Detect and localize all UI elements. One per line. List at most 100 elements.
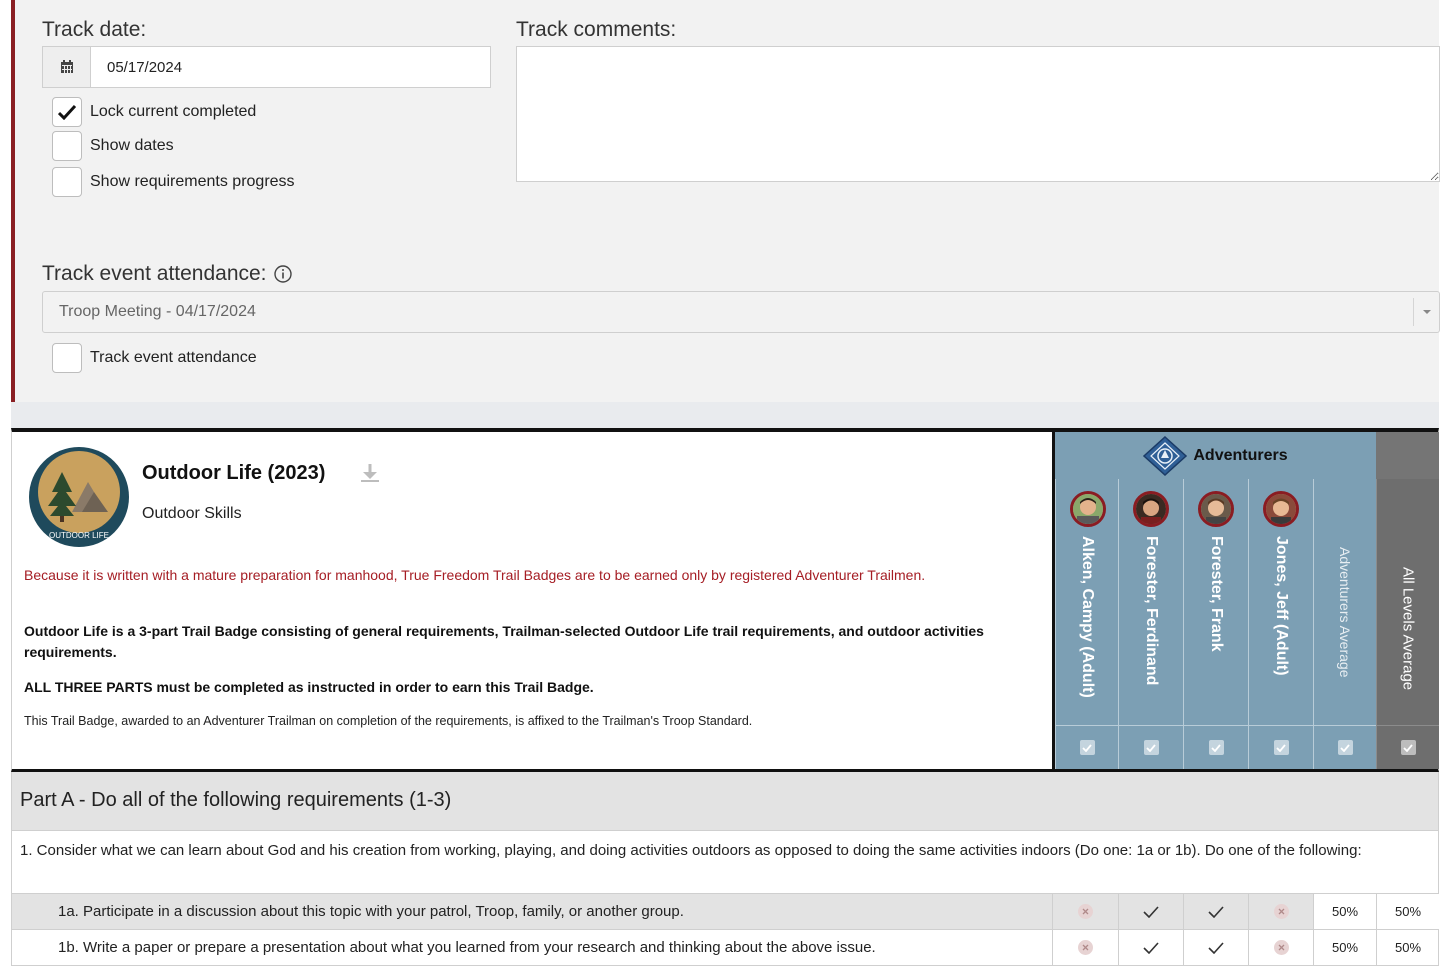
part-title-text: Do all of the following requirements (1-… [85,789,452,811]
lock-current-completed-label: Lock current completed [90,103,257,120]
member-column-header[interactable]: Forester, Frank [1183,479,1248,725]
check-icon [1208,941,1224,954]
status-cell[interactable] [1248,894,1313,929]
requirement-text: 1. Consider what we can learn about God … [20,842,1362,859]
check-icon [1143,905,1159,918]
sub-requirement-text: 1b. Write a paper or prepare a presentat… [58,939,876,956]
status-cell[interactable] [1248,930,1313,965]
track-date-label: Track date: [42,18,147,41]
caret-down-icon[interactable] [1413,298,1439,326]
x-icon [1082,908,1089,915]
sub-requirement-row: 1b. Write a paper or prepare a presentat… [11,930,1439,966]
avatar [1070,491,1106,527]
requirement-row: 1. Consider what we can learn about God … [11,831,1439,894]
event-select[interactable]: Troop Meeting - 04/17/2024 [42,291,1440,333]
select-column-checkbox[interactable] [1376,725,1439,769]
check-icon [1208,905,1224,918]
checkmark-icon [58,104,76,120]
tracking-form-panel: Track date: Track comments: Lock current… [11,0,1440,402]
track-event-attendance-label: Track event attendance [90,349,257,366]
part-a-header: Part A - Do all of the following require… [11,772,1439,831]
badge-category: Outdoor Skills [142,505,242,522]
select-column-checkbox[interactable] [1118,725,1183,769]
x-icon [1278,908,1284,915]
badge-title: Outdoor Life (2023) [142,462,326,484]
badge-overview-text: Outdoor Life is a 3-part Trail Badge con… [24,623,984,660]
show-requirements-progress-checkbox[interactable] [52,167,82,197]
show-dates-label: Show dates [90,137,174,154]
sub-requirement-text: 1a. Participate in a discussion about th… [58,903,684,920]
group-emblem-icon [1143,435,1188,476]
member-name: Forester, Ferdinand [1143,536,1160,686]
select-column-checkbox[interactable] [1055,725,1118,769]
status-cell[interactable] [1183,930,1248,965]
all-levels-average-label: All Levels Average [1399,567,1417,691]
lock-current-completed-checkbox[interactable] [52,97,82,127]
badge-section: OUTDOOR LIFE Outdoor Life (2023) Outdoor… [11,428,1439,772]
member-name: Forester, Frank [1208,536,1225,652]
check-icon [1403,743,1413,752]
download-icon[interactable] [359,463,381,483]
member-column-header[interactable]: Jones, Jeff (Adult) [1248,479,1313,725]
group-name: Adventurers [1193,446,1288,464]
select-column-checkbox[interactable] [1313,725,1376,769]
status-cell[interactable] [1118,894,1183,929]
status-cell[interactable] [1118,930,1183,965]
badge-warning-text: Because it is written with a mature prep… [24,567,926,583]
part-a-title: Part A - Do all of the following require… [20,789,451,812]
x-icon [1082,944,1089,951]
show-dates-checkbox[interactable] [52,131,82,161]
badge-award-note: This Trail Badge, awarded to an Adventur… [24,714,753,728]
calendar-icon[interactable] [43,47,91,87]
show-dates-option[interactable]: Show dates [52,131,174,161]
section-separator [11,402,1439,428]
show-requirements-progress-option[interactable]: Show requirements progress [52,167,295,197]
track-event-attendance-checkbox[interactable] [52,343,82,373]
track-date-input[interactable] [92,47,490,87]
track-event-attendance-option[interactable]: Track event attendance [52,343,257,373]
lock-current-completed-option[interactable]: Lock current completed [52,97,256,127]
part-label: Part A - [20,789,86,811]
group-average-cell: 50% [1313,894,1376,929]
member-name: Jones, Jeff (Adult) [1273,536,1290,676]
all-levels-average-header: All Levels Average [1376,479,1439,725]
event-select-value: Troop Meeting - 04/17/2024 [59,303,256,320]
check-icon [1082,743,1092,752]
group-header: Adventurers [1055,432,1376,479]
badge-logo-text: OUTDOOR LIFE [49,531,109,540]
event-attendance-label: Track event attendance: [42,262,267,285]
group-average-header: Adventurers Average [1313,479,1376,725]
check-icon [1340,743,1350,752]
status-cell[interactable] [1052,894,1118,929]
member-column-header[interactable]: Alken, Campy (Adult) [1055,479,1118,725]
group-average-label: Adventurers Average [1337,547,1353,678]
member-column-header[interactable]: Forester, Ferdinand [1118,479,1183,725]
event-attendance-heading: Track event attendance: [42,262,293,286]
all-levels-header-top [1376,432,1439,479]
group-average-cell: 50% [1313,930,1376,965]
status-cell[interactable] [1052,930,1118,965]
avatar [1198,491,1234,527]
x-icon [1278,944,1284,951]
sub-requirement-row: 1a. Participate in a discussion about th… [11,894,1439,930]
all-average-cell: 50% [1376,930,1439,965]
track-comments-textarea[interactable] [516,46,1440,182]
check-icon [1146,743,1156,752]
check-icon [1143,941,1159,954]
select-column-checkbox[interactable] [1183,725,1248,769]
tracking-grid-header: Adventurers Alken, Campy (Adult) Foreste… [1052,432,1439,769]
show-requirements-progress-label: Show requirements progress [90,173,295,190]
track-date-field[interactable] [42,46,491,88]
check-icon [1211,743,1221,752]
check-icon [1276,743,1286,752]
badge-logo: OUTDOOR LIFE [29,447,129,547]
status-cell[interactable] [1183,894,1248,929]
track-comments-label: Track comments: [516,18,677,41]
badge-parts-note: ALL THREE PARTS must be completed as ins… [24,679,594,695]
member-name: Alken, Campy (Adult) [1079,536,1096,698]
avatar [1133,491,1169,527]
select-column-checkbox[interactable] [1248,725,1313,769]
info-icon[interactable] [273,264,293,284]
all-average-cell: 50% [1376,894,1439,929]
avatar [1263,491,1299,527]
